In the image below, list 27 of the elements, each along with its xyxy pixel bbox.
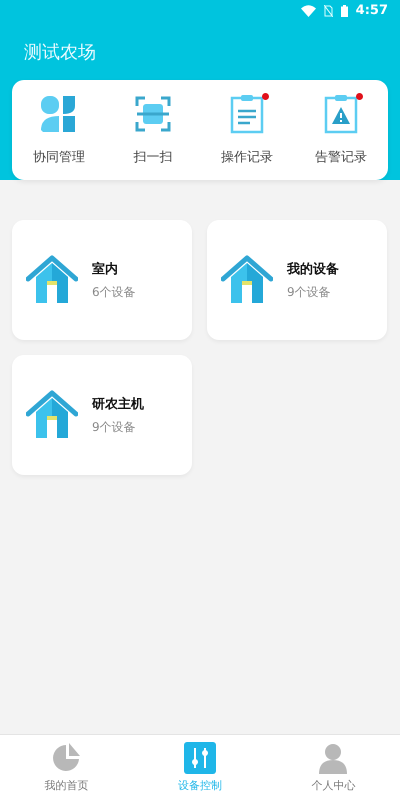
action-button[interactable]: 扫一扫 [106, 94, 200, 166]
device-name: 研农主机 [92, 396, 144, 412]
person-icon [317, 742, 350, 774]
device-count: 6个设备 [92, 284, 136, 300]
nav-tab[interactable]: 我的首页 [0, 735, 134, 800]
nav-tab[interactable]: 个人中心 [266, 735, 400, 800]
house-icon [26, 255, 78, 305]
device-count: 9个设备 [287, 284, 332, 300]
action-button[interactable]: 告警记录 [294, 94, 388, 166]
device-card[interactable]: 研农主机 9个设备 [12, 355, 192, 475]
action-button[interactable]: 协同管理 [12, 94, 106, 166]
wifi-icon [300, 4, 316, 17]
sliders-icon [184, 742, 216, 774]
action-button[interactable]: 操作记录 [200, 94, 294, 166]
clock-time: 4:57 [356, 3, 388, 18]
house-icon [26, 390, 78, 440]
no-sim-icon [324, 4, 333, 17]
device-name: 我的设备 [287, 260, 339, 278]
battery-icon [340, 4, 348, 17]
scan-icon [133, 94, 173, 134]
device-count: 9个设备 [92, 418, 137, 436]
house-icon [221, 255, 273, 305]
device-card[interactable]: 我的设备 9个设备 [207, 220, 387, 340]
device-name: 室内 [92, 260, 119, 278]
page-title: 测试农场 [24, 40, 97, 64]
pie-chart-icon [50, 742, 83, 774]
device-card[interactable]: 室内 6个设备 [12, 220, 192, 340]
